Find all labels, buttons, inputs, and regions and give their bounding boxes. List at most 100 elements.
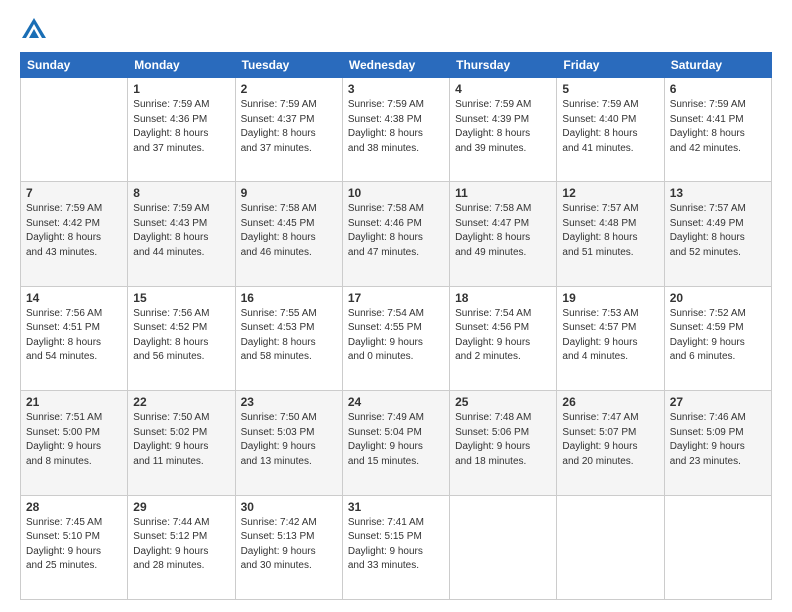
day-number: 7 xyxy=(26,186,122,200)
calendar-cell xyxy=(557,495,664,599)
calendar-day-header: Sunday xyxy=(21,53,128,78)
calendar-cell: 31 Sunrise: 7:41 AMSunset: 5:15 PMDayligh… xyxy=(342,495,449,599)
day-number: 25 xyxy=(455,395,551,409)
day-number: 22 xyxy=(133,395,229,409)
day-info: Sunrise: 7:59 AMSunset: 4:37 PMDaylight:… xyxy=(241,98,337,156)
day-number: 19 xyxy=(562,291,658,305)
calendar-cell: 27 Sunrise: 7:46 AMSunset: 5:09 PMDayligh… xyxy=(664,391,771,495)
day-number: 24 xyxy=(348,395,444,409)
calendar-cell: 12Sunrise: 7:57 AMSunset: 4:48 PMDayligh… xyxy=(557,182,664,286)
calendar-cell: 17 Sunrise: 7:54 AMSunset: 4:55 PMDayligh… xyxy=(342,286,449,390)
day-info: Sunrise: 7:51 AMSunset: 5:00 PMDaylight:… xyxy=(26,411,122,469)
day-info: Sunrise: 7:50 AMSunset: 5:02 PMDaylight:… xyxy=(133,411,229,469)
day-info: Sunrise: 7:47 AMSunset: 5:07 PMDaylight:… xyxy=(562,411,658,469)
calendar-cell: 30Sunrise: 7:42 AMSunset: 5:13 PMDayligh… xyxy=(235,495,342,599)
day-info: Sunrise: 7:56 AMSunset: 4:52 PMDaylight:… xyxy=(133,307,229,365)
calendar-day-header: Saturday xyxy=(664,53,771,78)
calendar-day-header: Friday xyxy=(557,53,664,78)
calendar-header-row: SundayMondayTuesdayWednesdayThursdayFrid… xyxy=(21,53,772,78)
day-info: Sunrise: 7:59 AMSunset: 4:42 PMDaylight:… xyxy=(26,202,122,260)
day-info: Sunrise: 7:58 AMSunset: 4:47 PMDaylight:… xyxy=(455,202,551,260)
logo-icon xyxy=(20,16,48,44)
day-number: 5 xyxy=(562,82,658,96)
calendar-cell xyxy=(450,495,557,599)
day-info: Sunrise: 7:55 AMSunset: 4:53 PMDaylight:… xyxy=(241,307,337,365)
calendar-cell: 14 Sunrise: 7:56 AMSunset: 4:51 PMDayligh… xyxy=(21,286,128,390)
calendar-cell: 5Sunrise: 7:59 AMSunset: 4:40 PMDaylight… xyxy=(557,78,664,182)
logo xyxy=(20,16,52,44)
day-number: 18 xyxy=(455,291,551,305)
calendar-day-header: Wednesday xyxy=(342,53,449,78)
day-number: 21 xyxy=(26,395,122,409)
day-number: 26 xyxy=(562,395,658,409)
day-number: 2 xyxy=(241,82,337,96)
day-number: 15 xyxy=(133,291,229,305)
calendar-cell: 26 Sunrise: 7:47 AMSunset: 5:07 PMDayligh… xyxy=(557,391,664,495)
day-info: Sunrise: 7:58 AMSunset: 4:45 PMDaylight:… xyxy=(241,202,337,260)
day-info: Sunrise: 7:50 AMSunset: 5:03 PMDaylight:… xyxy=(241,411,337,469)
calendar-cell: 4Sunrise: 7:59 AMSunset: 4:39 PMDaylight… xyxy=(450,78,557,182)
calendar-cell: 10 Sunrise: 7:58 AMSunset: 4:46 PMDayligh… xyxy=(342,182,449,286)
day-info: Sunrise: 7:53 AMSunset: 4:57 PMDaylight:… xyxy=(562,307,658,365)
calendar-day-header: Tuesday xyxy=(235,53,342,78)
calendar-cell: 15 Sunrise: 7:56 AMSunset: 4:52 PMDayligh… xyxy=(128,286,235,390)
day-number: 28 xyxy=(26,500,122,514)
calendar-day-header: Monday xyxy=(128,53,235,78)
calendar-cell: 25 Sunrise: 7:48 AMSunset: 5:06 PMDayligh… xyxy=(450,391,557,495)
day-info: Sunrise: 7:57 AMSunset: 4:48 PMDaylight:… xyxy=(562,202,658,260)
calendar-cell: 9 Sunrise: 7:58 AMSunset: 4:45 PMDaylight… xyxy=(235,182,342,286)
day-info: Sunrise: 7:56 AMSunset: 4:51 PMDaylight:… xyxy=(26,307,122,365)
day-info: Sunrise: 7:58 AMSunset: 4:46 PMDaylight:… xyxy=(348,202,444,260)
day-number: 20 xyxy=(670,291,766,305)
calendar-cell: 29Sunrise: 7:44 AMSunset: 5:12 PMDayligh… xyxy=(128,495,235,599)
day-info: Sunrise: 7:44 AMSunset: 5:12 PMDaylight:… xyxy=(133,516,229,574)
day-info: Sunrise: 7:52 AMSunset: 4:59 PMDaylight:… xyxy=(670,307,766,365)
calendar-cell: 13 Sunrise: 7:57 AMSunset: 4:49 PMDayligh… xyxy=(664,182,771,286)
calendar-cell: 16 Sunrise: 7:55 AMSunset: 4:53 PMDayligh… xyxy=(235,286,342,390)
day-number: 8 xyxy=(133,186,229,200)
calendar-week-row: 28Sunrise: 7:45 AMSunset: 5:10 PMDayligh… xyxy=(21,495,772,599)
day-number: 16 xyxy=(241,291,337,305)
calendar-cell xyxy=(664,495,771,599)
day-info: Sunrise: 7:59 AMSunset: 4:39 PMDaylight:… xyxy=(455,98,551,156)
day-number: 3 xyxy=(348,82,444,96)
day-number: 30 xyxy=(241,500,337,514)
calendar-week-row: 7 Sunrise: 7:59 AMSunset: 4:42 PMDaylight… xyxy=(21,182,772,286)
day-number: 23 xyxy=(241,395,337,409)
day-number: 6 xyxy=(670,82,766,96)
calendar-cell: 20 Sunrise: 7:52 AMSunset: 4:59 PMDayligh… xyxy=(664,286,771,390)
day-number: 14 xyxy=(26,291,122,305)
day-number: 27 xyxy=(670,395,766,409)
calendar-cell: 7 Sunrise: 7:59 AMSunset: 4:42 PMDaylight… xyxy=(21,182,128,286)
day-info: Sunrise: 7:49 AMSunset: 5:04 PMDaylight:… xyxy=(348,411,444,469)
calendar-cell: 18 Sunrise: 7:54 AMSunset: 4:56 PMDayligh… xyxy=(450,286,557,390)
calendar-cell: 11 Sunrise: 7:58 AMSunset: 4:47 PMDayligh… xyxy=(450,182,557,286)
day-info: Sunrise: 7:57 AMSunset: 4:49 PMDaylight:… xyxy=(670,202,766,260)
day-info: Sunrise: 7:59 AMSunset: 4:41 PMDaylight:… xyxy=(670,98,766,156)
calendar-cell: 1Sunrise: 7:59 AMSunset: 4:36 PMDaylight… xyxy=(128,78,235,182)
day-number: 13 xyxy=(670,186,766,200)
calendar-cell: 2 Sunrise: 7:59 AMSunset: 4:37 PMDaylight… xyxy=(235,78,342,182)
day-info: Sunrise: 7:54 AMSunset: 4:56 PMDaylight:… xyxy=(455,307,551,365)
day-info: Sunrise: 7:41 AMSunset: 5:15 PMDaylight:… xyxy=(348,516,444,574)
calendar-week-row: 14 Sunrise: 7:56 AMSunset: 4:51 PMDayligh… xyxy=(21,286,772,390)
day-number: 9 xyxy=(241,186,337,200)
day-info: Sunrise: 7:46 AMSunset: 5:09 PMDaylight:… xyxy=(670,411,766,469)
day-number: 1 xyxy=(133,82,229,96)
calendar-cell: 19 Sunrise: 7:53 AMSunset: 4:57 PMDayligh… xyxy=(557,286,664,390)
calendar-cell xyxy=(21,78,128,182)
day-number: 31 xyxy=(348,500,444,514)
day-number: 10 xyxy=(348,186,444,200)
day-info: Sunrise: 7:59 AMSunset: 4:38 PMDaylight:… xyxy=(348,98,444,156)
calendar-cell: 23 Sunrise: 7:50 AMSunset: 5:03 PMDayligh… xyxy=(235,391,342,495)
day-info: Sunrise: 7:48 AMSunset: 5:06 PMDaylight:… xyxy=(455,411,551,469)
day-number: 17 xyxy=(348,291,444,305)
day-number: 11 xyxy=(455,186,551,200)
day-info: Sunrise: 7:54 AMSunset: 4:55 PMDaylight:… xyxy=(348,307,444,365)
calendar-week-row: 21 Sunrise: 7:51 AMSunset: 5:00 PMDayligh… xyxy=(21,391,772,495)
calendar-cell: 6 Sunrise: 7:59 AMSunset: 4:41 PMDaylight… xyxy=(664,78,771,182)
calendar-cell: 22 Sunrise: 7:50 AMSunset: 5:02 PMDayligh… xyxy=(128,391,235,495)
calendar-cell: 3 Sunrise: 7:59 AMSunset: 4:38 PMDaylight… xyxy=(342,78,449,182)
page: SundayMondayTuesdayWednesdayThursdayFrid… xyxy=(0,0,792,612)
calendar-cell: 28Sunrise: 7:45 AMSunset: 5:10 PMDayligh… xyxy=(21,495,128,599)
